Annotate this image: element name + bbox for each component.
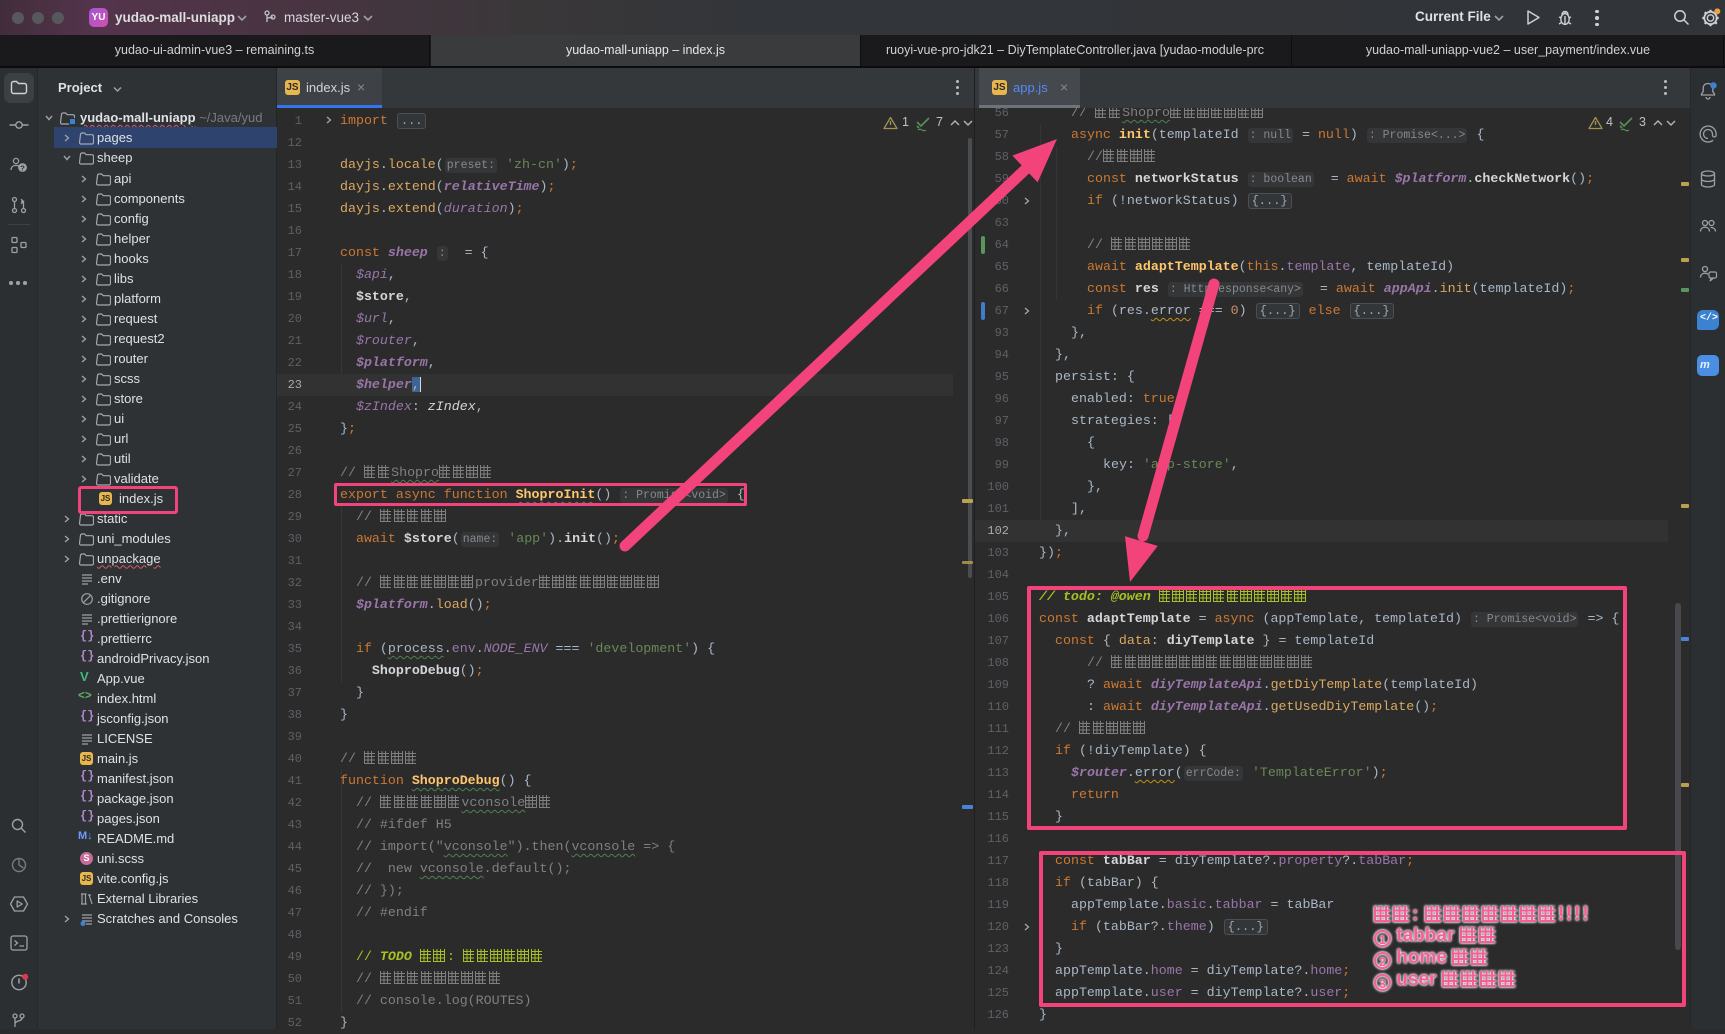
svg-text:?: ?	[20, 163, 25, 172]
